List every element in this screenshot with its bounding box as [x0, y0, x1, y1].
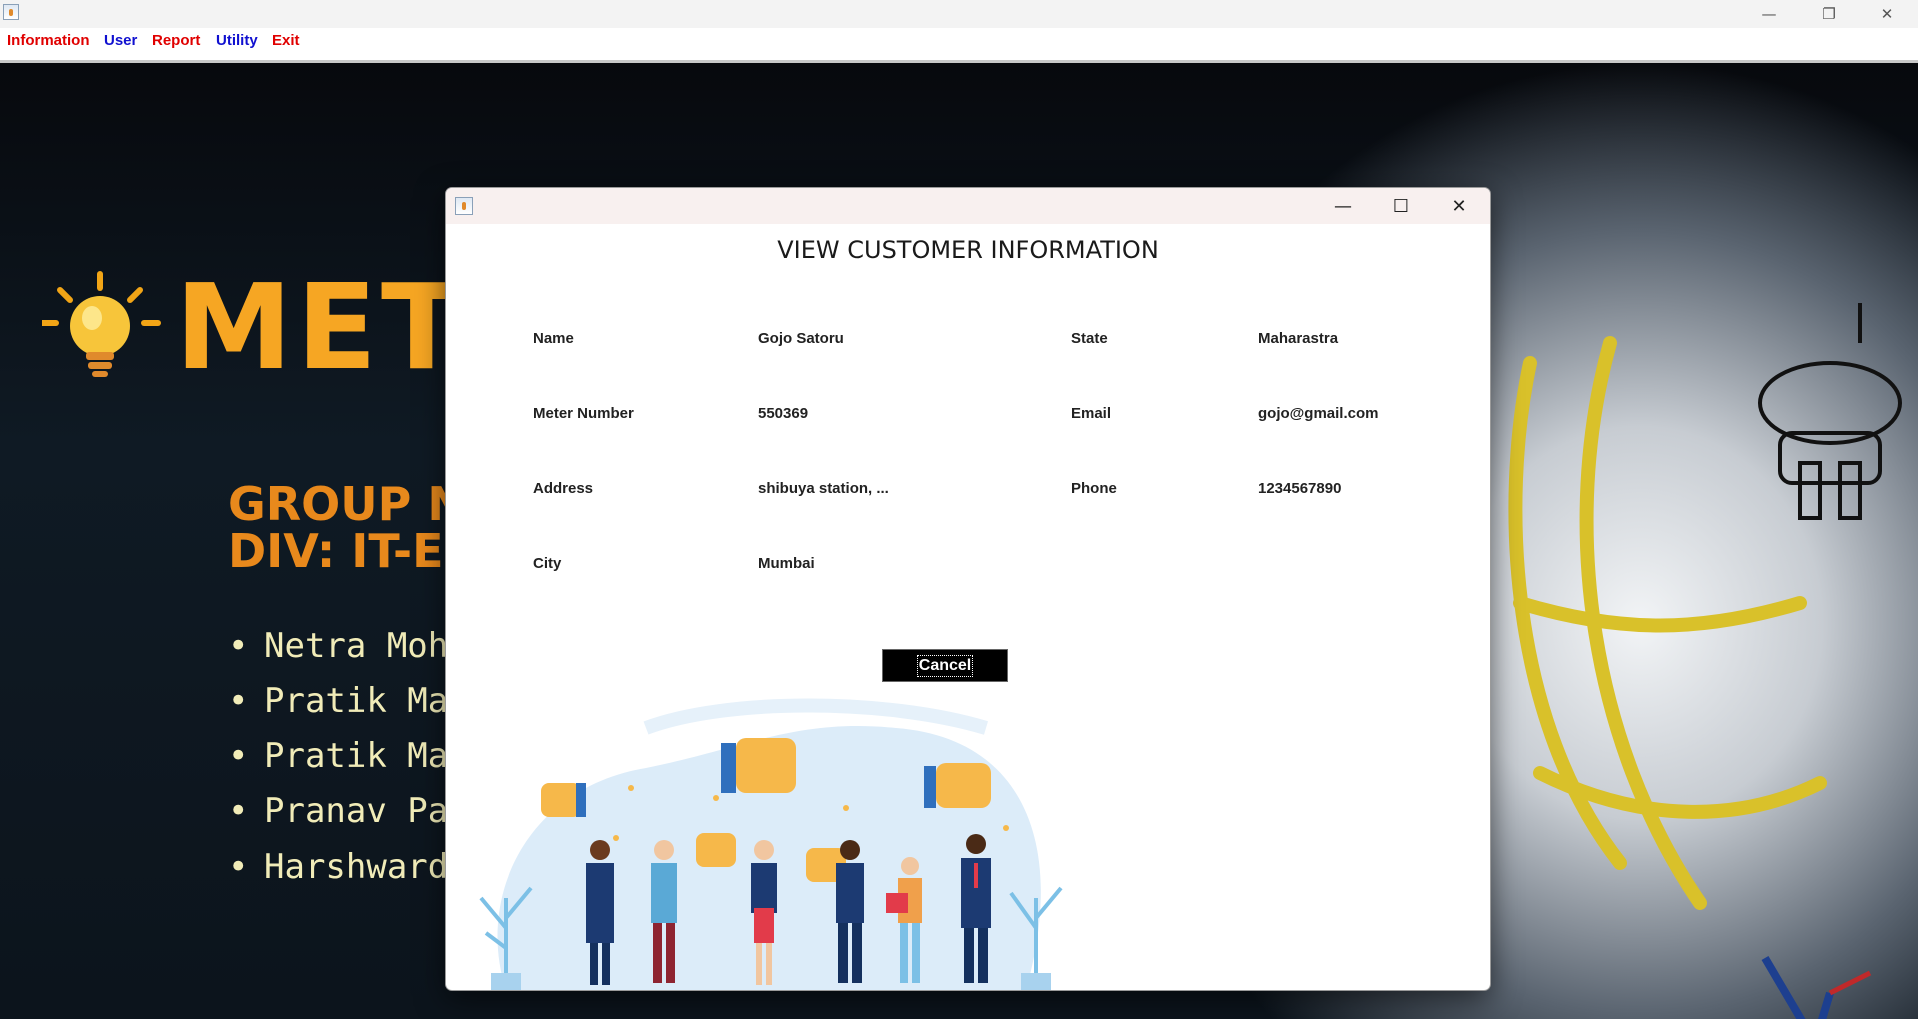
- minimize-icon: —: [1334, 195, 1352, 217]
- lightbulb-icon: [42, 271, 161, 377]
- menu-user[interactable]: User: [104, 32, 137, 49]
- menu-bar: Information User Report Utility Exit: [0, 28, 1918, 63]
- main-title-bar: — ❐ ✕: [0, 0, 1918, 28]
- view-customer-dialog: — ☐ ✕ VIEW CUSTOMER INFORMATION Name Goj…: [446, 188, 1490, 990]
- maximize-icon: ☐: [1392, 195, 1410, 217]
- city-label: City: [533, 555, 562, 572]
- institute-logo: [1761, 955, 1872, 1019]
- dialog-minimize-button[interactable]: —: [1314, 188, 1372, 224]
- phone-label: Phone: [1071, 480, 1117, 497]
- close-icon: ✕: [1451, 195, 1467, 217]
- java-app-icon: [3, 4, 19, 20]
- restore-icon: ❐: [1822, 5, 1836, 23]
- email-value: gojo@gmail.com: [1258, 405, 1379, 422]
- minimize-button[interactable]: —: [1740, 0, 1798, 28]
- cancel-button[interactable]: Cancel: [883, 650, 1007, 681]
- background-title: MET: [175, 258, 466, 396]
- meter-number-label: Meter Number: [533, 405, 634, 422]
- dialog-close-button[interactable]: ✕: [1430, 188, 1488, 224]
- background-member: Pranav Pat: [228, 794, 469, 828]
- menu-utility[interactable]: Utility: [216, 32, 258, 49]
- name-label: Name: [533, 330, 574, 347]
- happy-customers-illustration: [479, 698, 1063, 990]
- dialog-heading: VIEW CUSTOMER INFORMATION: [777, 236, 1159, 264]
- background-member: Harshward: [228, 850, 448, 884]
- address-value: shibuya station, ...: [758, 480, 889, 497]
- lamp-cage-graphic: [1508, 303, 1902, 910]
- dialog-title-bar: — ☐ ✕: [446, 188, 1490, 224]
- meter-number-value: 550369: [758, 405, 809, 422]
- city-value: Mumbai: [758, 555, 815, 572]
- close-button[interactable]: ✕: [1858, 0, 1916, 28]
- menu-exit[interactable]: Exit: [272, 32, 300, 49]
- name-value: Gojo Satoru: [758, 330, 844, 347]
- menu-information[interactable]: Information: [7, 32, 90, 49]
- email-label: Email: [1071, 405, 1112, 422]
- background-member: Netra Moh: [228, 629, 448, 663]
- cancel-button-label: Cancel: [916, 654, 974, 677]
- minimize-icon: —: [1761, 5, 1777, 23]
- dialog-maximize-button[interactable]: ☐: [1372, 188, 1430, 224]
- address-label: Address: [533, 480, 594, 497]
- menu-report[interactable]: Report: [152, 32, 200, 49]
- background-group-line: GROUP N: [228, 477, 466, 531]
- background-division-line: DIV: IT-E: [228, 524, 444, 578]
- restore-button[interactable]: ❐: [1800, 0, 1858, 28]
- background-member: Pratik Man: [228, 739, 469, 773]
- state-value: Maharastra: [1258, 330, 1339, 347]
- state-label: State: [1071, 330, 1108, 347]
- java-app-icon: [455, 197, 473, 215]
- background-member: Pratik Man: [228, 684, 469, 718]
- phone-value: 1234567890: [1258, 480, 1342, 497]
- close-icon: ✕: [1880, 5, 1894, 23]
